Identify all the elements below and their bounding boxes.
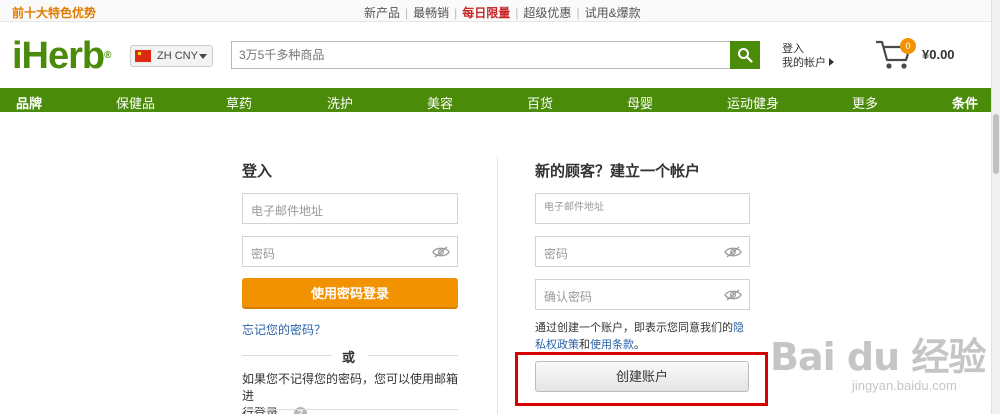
iherb-logo[interactable]: iHerb® [12,35,112,77]
register-email-field[interactable]: 电子邮件地址 [535,193,750,224]
terms-prefix: 通过创建一个账户，即表示您同意我们的 [535,322,733,334]
nav-item-herbs[interactable]: 草药 [226,93,252,112]
terms-end: 。 [634,339,645,351]
nav-item-grocery[interactable]: 百货 [527,93,553,112]
or-separator: 或 [342,350,356,365]
privacy-policy-link-start[interactable]: 隐 [733,322,744,334]
nav-item-sports[interactable]: 运动健身 [727,93,779,112]
nav-item-supplements[interactable]: 保健品 [116,93,155,112]
forgot-password-link[interactable]: 忘记您的密码？ [242,321,326,338]
promo-links: 新产品 | 最畅销 | 每日限量 | 超级优惠 | 试用&爆款 [364,6,641,20]
email-login-note: 如果您不记得您的密码，您可以使用邮箱进 行登录。? [242,371,462,414]
nav-item-baby[interactable]: 母婴 [627,93,653,112]
eye-slash-icon[interactable] [724,246,742,258]
divider-line-left [242,355,332,356]
email-placeholder: 电子邮件地址 [251,204,324,218]
baidu-watermark: Bai du 经验 jingyan.baidu.com [770,326,986,393]
nav-item-more[interactable]: 更多 [852,93,878,112]
china-flag-icon [135,50,151,62]
search-button[interactable] [730,41,760,69]
search-input[interactable] [232,42,732,68]
email-placeholder: 电子邮件地址 [544,202,604,213]
promo-link-new[interactable]: 新产品 [364,6,400,20]
terms-notice: 通过创建一个账户，即表示您同意我们的隐 私权政策和使用条款。 [535,320,757,354]
email-login-note-line1: 如果您不记得您的密码，您可以使用邮箱进 [242,372,459,403]
password-placeholder: 密码 [544,247,569,261]
bottom-divider [242,409,458,410]
register-confirm-password-field[interactable]: 确认密码 [535,279,750,310]
eye-slash-icon[interactable] [432,246,450,258]
page-scrollbar[interactable] [991,0,1000,414]
privacy-policy-link[interactable]: 私权政策 [535,339,579,351]
highlight-box [515,352,768,406]
watermark-url: jingyan.baidu.com [852,378,957,393]
main-nav: 品牌 保健品 草药 洗护 美容 百货 母婴 运动健身 更多 条件 [0,88,1000,112]
login-email-field[interactable]: 电子邮件地址 [242,193,458,224]
account-menu[interactable]: 登入 我的帐户 [782,42,834,70]
confirm-password-placeholder: 确认密码 [544,290,593,304]
promo-link-daily-limited[interactable]: 每日限量 [462,6,510,20]
divider-line-right [368,355,458,356]
login-password-field[interactable]: 密码 [242,236,458,267]
nav-item-brands[interactable]: 品牌 [16,93,42,112]
terms-and: 和 [579,339,590,351]
logo-text: iHerb [12,35,105,77]
search-icon [738,48,753,63]
scrollbar-thumb[interactable] [993,114,999,174]
column-divider [497,157,498,414]
cart-count-badge: 0 [900,38,916,54]
promo-bar: 前十大特色优势 新产品 | 最畅销 | 每日限量 | 超级优惠 | 试用&爆款 [0,0,1000,22]
top-ten-advantages-link[interactable]: 前十大特色优势 [12,4,96,21]
register-heading: 新的顾客？建立一个帐户 [535,163,701,180]
email-login-note-line2: 行登录。 [242,406,291,414]
promo-link-super-deals[interactable]: 超级优惠 [523,6,571,20]
cart-total[interactable]: ¥0.00 [922,47,955,62]
my-account-link[interactable]: 我的帐户 [782,57,826,69]
promo-link-trial[interactable]: 试用&爆款 [585,6,641,20]
caret-right-icon [829,58,834,66]
login-heading: 登入 [242,163,273,180]
terms-of-use-link[interactable]: 使用条款 [590,339,634,351]
promo-link-bestsellers[interactable]: 最畅销 [413,6,449,20]
nav-item-conditions[interactable]: 条件 [952,93,978,112]
locale-selector[interactable]: ZH CNY [130,45,213,67]
registered-mark: ® [104,50,111,61]
nav-item-bath[interactable]: 洗护 [327,93,353,112]
login-link[interactable]: 登入 [782,42,834,56]
password-login-button[interactable]: 使用密码登录 [242,278,458,309]
password-placeholder: 密码 [251,247,276,261]
search-bar [231,41,760,69]
nav-item-beauty[interactable]: 美容 [427,93,453,112]
eye-slash-icon[interactable] [724,289,742,301]
register-password-field[interactable]: 密码 [535,236,750,267]
caret-down-icon [199,54,207,59]
watermark-main: Bai du 经验 [770,335,986,379]
locale-text: ZH CNY [157,50,198,62]
